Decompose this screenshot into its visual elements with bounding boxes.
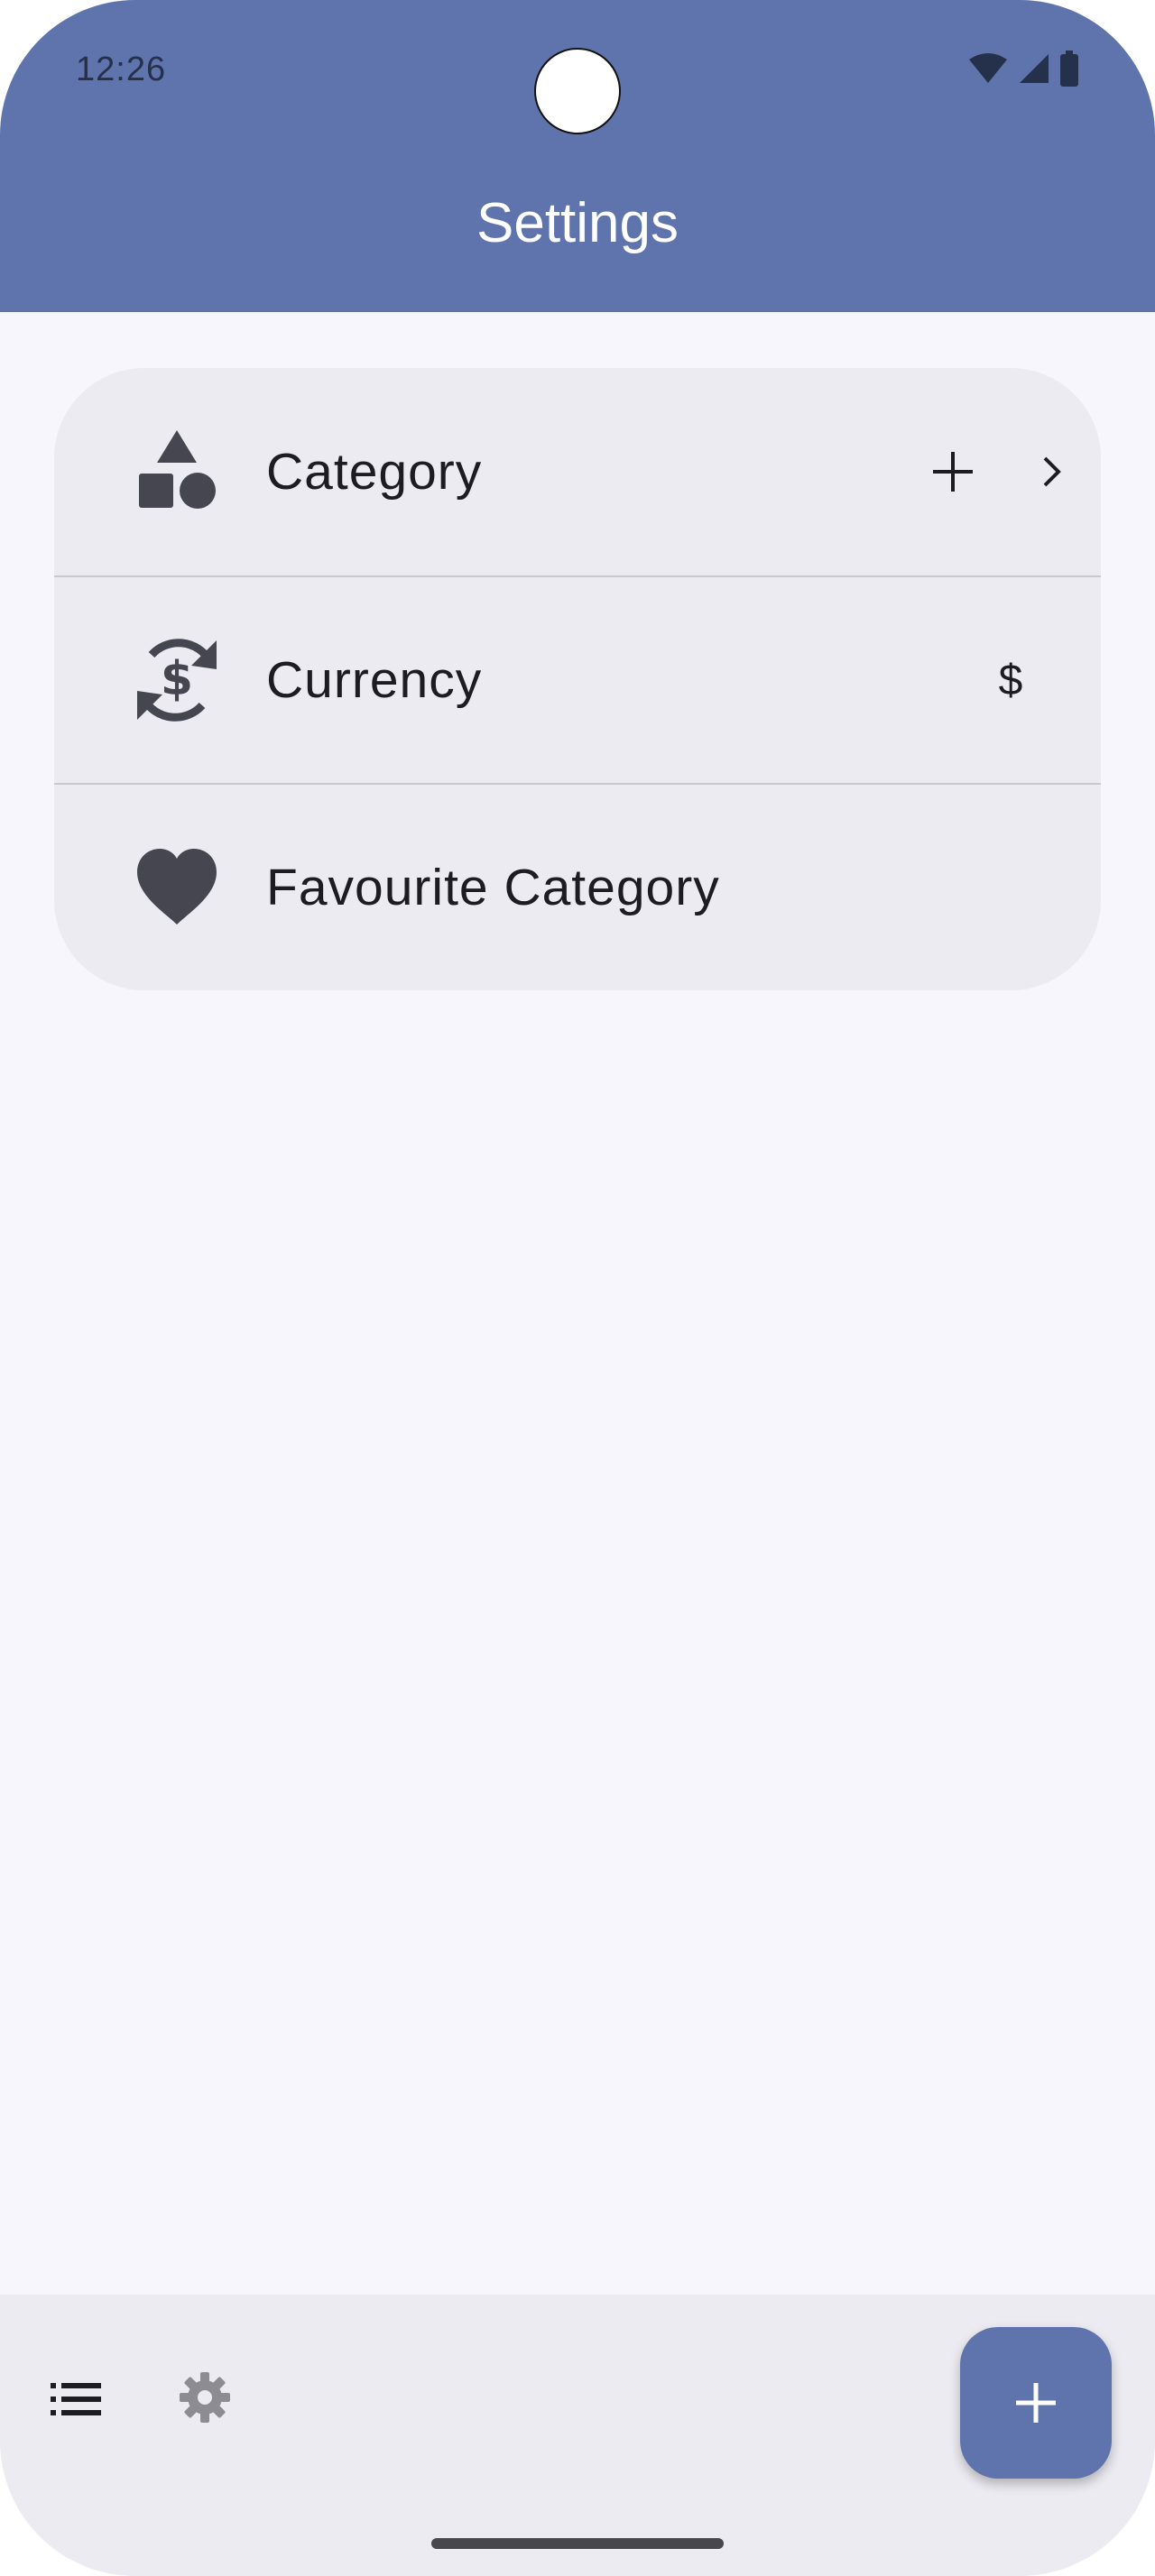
list-icon	[51, 2383, 101, 2415]
settings-item-category[interactable]: Category	[54, 368, 1101, 575]
heart-icon	[126, 837, 227, 938]
settings-item-label: Currency	[266, 651, 483, 709]
home-indicator[interactable]	[431, 2538, 724, 2549]
top-app-bar: 12:26 Settings	[0, 0, 1155, 312]
chevron-right-icon	[1043, 456, 1061, 487]
battery-icon	[1060, 51, 1078, 87]
gear-icon	[180, 2372, 230, 2423]
status-icons	[967, 51, 1079, 87]
open-category-button[interactable]	[1020, 439, 1085, 504]
category-shapes-icon	[126, 421, 227, 522]
camera-cutout	[534, 48, 621, 134]
currency-value: $	[998, 656, 1023, 704]
nav-settings-button[interactable]	[169, 2361, 241, 2433]
settings-item-label: Category	[266, 443, 483, 501]
settings-item-favourite-category[interactable]: Favourite Category	[54, 783, 1101, 990]
svg-text:$: $	[161, 652, 193, 706]
add-icon	[1016, 2383, 1056, 2423]
settings-card: Category $ Currency $ Favourite Category	[54, 368, 1101, 990]
settings-item-currency[interactable]: $ Currency $	[54, 575, 1101, 783]
add-icon	[933, 452, 973, 492]
add-category-button[interactable]	[920, 439, 985, 504]
add-fab[interactable]	[960, 2327, 1112, 2479]
wifi-icon	[969, 53, 1007, 83]
phone-screen: 12:26 Settings Category $ Currency $ Fav…	[0, 0, 1155, 2576]
cellular-signal-icon	[1020, 54, 1049, 83]
nav-list-button[interactable]	[40, 2363, 112, 2435]
status-time: 12:26	[76, 51, 167, 88]
currency-exchange-icon: $	[126, 630, 227, 731]
settings-item-label: Favourite Category	[266, 859, 720, 916]
page-title: Settings	[476, 192, 679, 254]
